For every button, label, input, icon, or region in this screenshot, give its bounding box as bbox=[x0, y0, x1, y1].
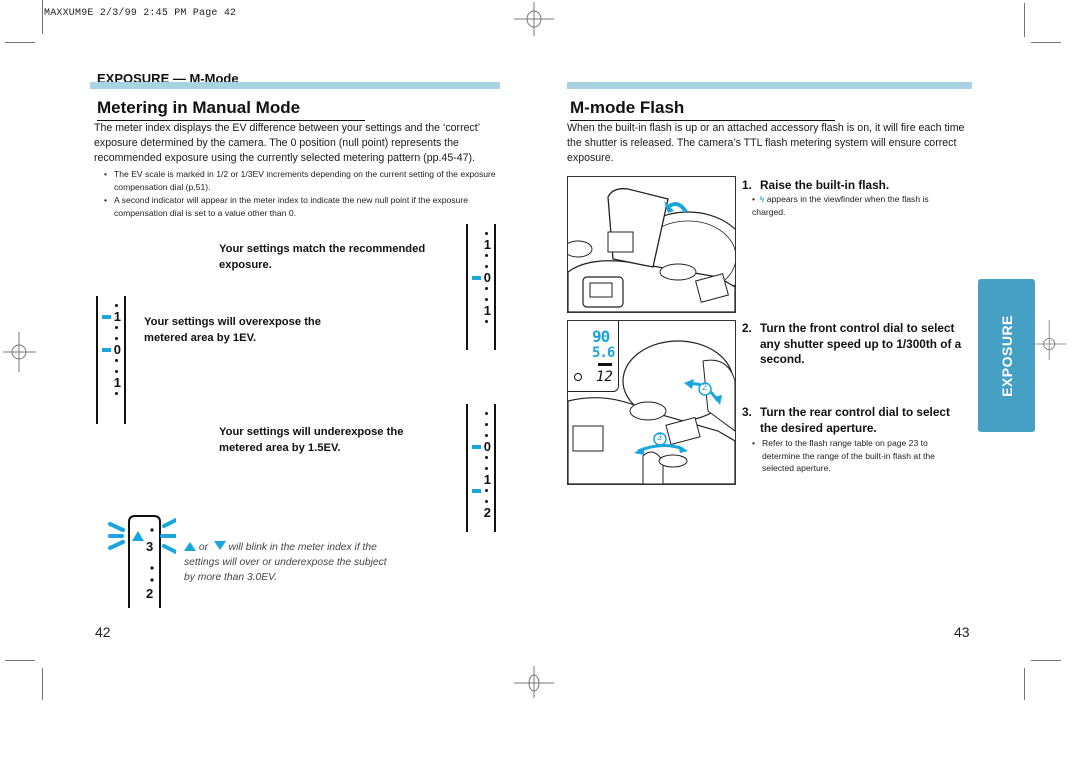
meter-tick bbox=[468, 485, 494, 496]
intro-paragraph: When the built-in flash is up or an atta… bbox=[567, 122, 965, 164]
bullet-item: A second indicator will appear in the me… bbox=[102, 194, 502, 219]
meter-tick bbox=[468, 408, 494, 419]
over-arrow-icon bbox=[132, 531, 144, 541]
registration-mark-icon bbox=[514, 666, 554, 698]
printer-slug: MAXXUM9E 2/3/99 2:45 PM Page 42 bbox=[44, 8, 237, 19]
bullet-item: The EV scale is marked in 1/2 or 1/3EV i… bbox=[102, 168, 502, 193]
page-title: Metering in Manual Mode bbox=[97, 98, 365, 121]
bullet-list: The EV scale is marked in 1/2 or 1/3EV i… bbox=[102, 168, 502, 220]
meter-tick bbox=[468, 316, 494, 327]
case-underexpose-text: Your settings will underexpose the meter… bbox=[219, 426, 404, 454]
step-1: 1. Raise the built-in flash. bbox=[742, 178, 890, 192]
section-tab-label: EXPOSURE bbox=[998, 314, 1015, 397]
meter-tick bbox=[468, 452, 494, 463]
meter-indicator bbox=[102, 348, 111, 352]
crop-mark bbox=[5, 42, 35, 43]
meter-label: 2 bbox=[146, 586, 154, 601]
section-tab-exposure[interactable]: EXPOSURE bbox=[978, 279, 1035, 432]
intro-paragraph: The meter index displays the EV differen… bbox=[94, 122, 480, 164]
crop-mark bbox=[1031, 42, 1061, 43]
registration-mark-icon bbox=[1035, 320, 1066, 360]
meter-label: 0 bbox=[468, 440, 494, 453]
rear-dial-arrow-icon bbox=[637, 444, 684, 453]
case-match-text: Your settings match the recommended expo… bbox=[219, 243, 426, 271]
flash-head bbox=[607, 188, 669, 268]
over-arrow-icon bbox=[184, 542, 196, 551]
meter-tick bbox=[468, 419, 494, 430]
meter-indicator bbox=[102, 315, 111, 319]
meter-tick bbox=[468, 250, 494, 261]
blink-note: or will blink in the meter index if the … bbox=[184, 541, 387, 583]
page-title: M-mode Flash bbox=[570, 98, 835, 121]
callout-3: 3 bbox=[657, 432, 663, 442]
page-number-left: 42 bbox=[95, 624, 111, 640]
meter-index-underexpose: 0 1 2 bbox=[466, 404, 496, 532]
meter-frame bbox=[128, 515, 161, 608]
meter-tick bbox=[98, 322, 124, 333]
meter-indicator bbox=[472, 276, 481, 280]
step-2: 2. Turn the front control dial to select … bbox=[742, 321, 962, 366]
camera-flash-raise-illustration bbox=[567, 176, 736, 313]
under-arrow-icon bbox=[213, 541, 226, 550]
section-bar bbox=[90, 82, 500, 89]
blink-rays-icon bbox=[108, 518, 176, 554]
crop-mark bbox=[1024, 668, 1025, 700]
blinking-meter-diagram bbox=[108, 515, 176, 608]
meter-tick bbox=[468, 283, 494, 294]
meter-tick bbox=[98, 355, 124, 366]
page-number-right: 43 bbox=[954, 624, 970, 640]
crop-mark bbox=[5, 660, 35, 661]
meter-label: 3 bbox=[146, 539, 154, 554]
step-3: 3. Turn the rear control dial to select t… bbox=[742, 405, 950, 435]
crop-mark bbox=[1031, 660, 1061, 661]
crop-mark bbox=[42, 668, 43, 700]
meter-label: 1 bbox=[483, 237, 491, 252]
meter-index-overexpose: 1 0 1 bbox=[96, 296, 126, 424]
section-bar bbox=[567, 82, 972, 89]
case-overexpose-text: Your settings will overexpose the metere… bbox=[144, 316, 321, 344]
meter-indicator bbox=[472, 445, 481, 449]
step-1-note: • ϟ appears in the viewfinder when the f… bbox=[752, 194, 929, 217]
meter-indicator bbox=[472, 489, 481, 493]
meter-index-match: 1 0 1 bbox=[466, 224, 496, 350]
registration-mark-icon bbox=[514, 2, 554, 36]
meter-label: 0 bbox=[98, 343, 124, 356]
crop-mark bbox=[1024, 3, 1025, 37]
step-3-note: Refer to the flash range table on page 2… bbox=[750, 437, 962, 476]
camera-dials-illustration: 90 5.6 12 2 3 bbox=[567, 320, 736, 485]
meter-label: 1 bbox=[483, 303, 491, 318]
registration-mark-icon bbox=[3, 332, 36, 372]
flash-icon: ϟ bbox=[759, 194, 765, 204]
meter-tick bbox=[98, 388, 124, 399]
callout-2: 2 bbox=[702, 382, 708, 392]
meter-label: 1 bbox=[483, 472, 491, 487]
meter-label: 0 bbox=[468, 271, 494, 284]
bullet-item: Refer to the flash range table on page 2… bbox=[750, 437, 962, 475]
crop-mark bbox=[42, 0, 43, 34]
meter-label: 1 bbox=[98, 310, 124, 323]
meter-label: 2 bbox=[483, 505, 491, 520]
meter-label: 1 bbox=[113, 375, 121, 390]
